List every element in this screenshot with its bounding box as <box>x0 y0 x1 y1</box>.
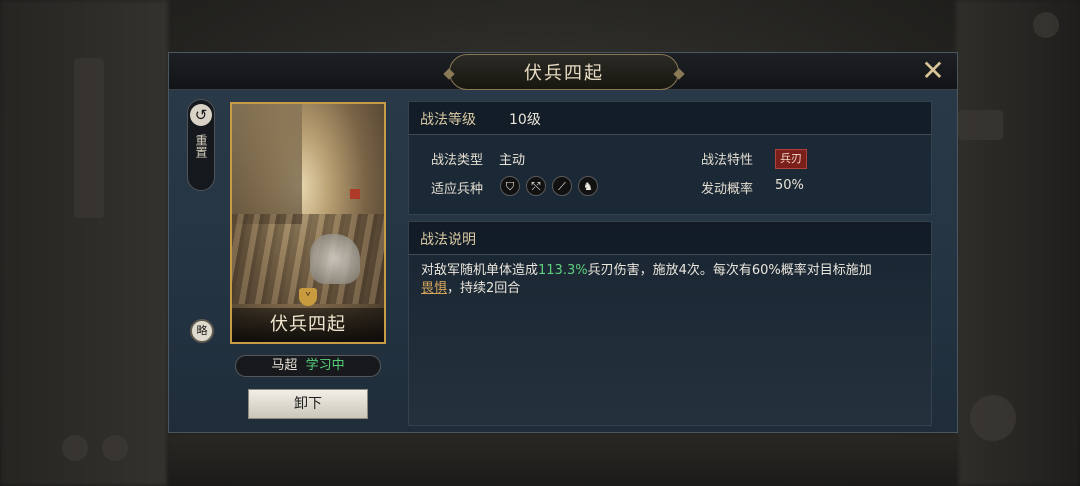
strategy-button[interactable]: 略 <box>190 319 214 343</box>
card-name: 伏兵四起 <box>232 308 384 342</box>
reset-button[interactable]: ↺ 重置 <box>187 99 215 191</box>
spear-icon: ⟋ <box>552 176 572 196</box>
background-decoration <box>958 110 1003 140</box>
game-background-bottom <box>168 433 958 486</box>
type-label: 战法类型 <box>431 153 484 168</box>
type-value: 主动 <box>499 153 526 168</box>
level-label: 战法等级 <box>420 112 476 128</box>
background-decoration <box>62 435 88 461</box>
bow-icon: ⤲ <box>526 176 546 196</box>
learning-status: 学习中 <box>305 358 345 373</box>
owner-status: 马超 学习中 <box>235 355 381 377</box>
level-row: 战法等级 10级 <box>409 102 931 135</box>
background-decoration <box>74 58 104 218</box>
tactic-info-panel: 战法等级 10级 战法类型 主动 战法特性 兵刃 适应兵种 ⛉ ⤲ ⟋ ♞ 发动… <box>408 101 932 215</box>
damage-rate: 113.3% <box>538 263 588 278</box>
description-title: 战法说明 <box>420 232 476 248</box>
background-decoration <box>970 395 1016 441</box>
chance-label: 发动概率 <box>701 182 754 197</box>
close-button[interactable]: ✕ <box>919 57 947 85</box>
dialog-title: 伏兵四起 <box>449 54 679 90</box>
close-icon: ✕ <box>921 54 945 87</box>
card-art <box>232 104 302 224</box>
description-part: 对敌军随机单体造成 <box>421 263 539 278</box>
description-part: 兵刃伤害，施放4次。每次有60%概率对目标施加 <box>587 263 872 278</box>
card-art <box>350 189 360 199</box>
trait-badge: 兵刃 <box>775 149 807 169</box>
tactic-description-panel: 战法说明 对敌军随机单体造成113.3%兵刃伤害，施放4次。每次有60%概率对目… <box>408 221 932 426</box>
owner-name: 马超 <box>271 358 298 373</box>
chance-value: 50% <box>775 178 804 193</box>
level-value: 10级 <box>509 112 541 128</box>
troops-label: 适应兵种 <box>431 182 484 197</box>
fear-status-link[interactable]: 畏惧 <box>421 281 447 296</box>
card-art <box>310 234 360 284</box>
background-decoration <box>102 435 128 461</box>
shield-icon: ⛉ <box>500 176 520 196</box>
title-bar: 伏兵四起 ✕ <box>169 53 957 90</box>
reset-icon: ↺ <box>190 104 212 126</box>
description-text: 对敌军随机单体造成113.3%兵刃伤害，施放4次。每次有60%概率对目标施加畏惧… <box>421 262 921 298</box>
background-decoration <box>1033 12 1059 38</box>
tactic-type-badge-icon: ᘁ <box>299 288 317 306</box>
tactic-card: ᘁ 伏兵四起 <box>230 102 386 344</box>
trait-label: 战法特性 <box>701 153 754 168</box>
tactic-detail-dialog: 伏兵四起 ✕ ↺ 重置 略 ᘁ 伏兵四起 马超 学习中 卸下 战法等级 10级 … <box>168 52 958 433</box>
unequip-button[interactable]: 卸下 <box>248 389 368 419</box>
horse-icon: ♞ <box>578 176 598 196</box>
description-part: ，持续2回合 <box>447 281 521 296</box>
description-header: 战法说明 <box>409 222 931 255</box>
reset-label: 重置 <box>194 134 208 158</box>
